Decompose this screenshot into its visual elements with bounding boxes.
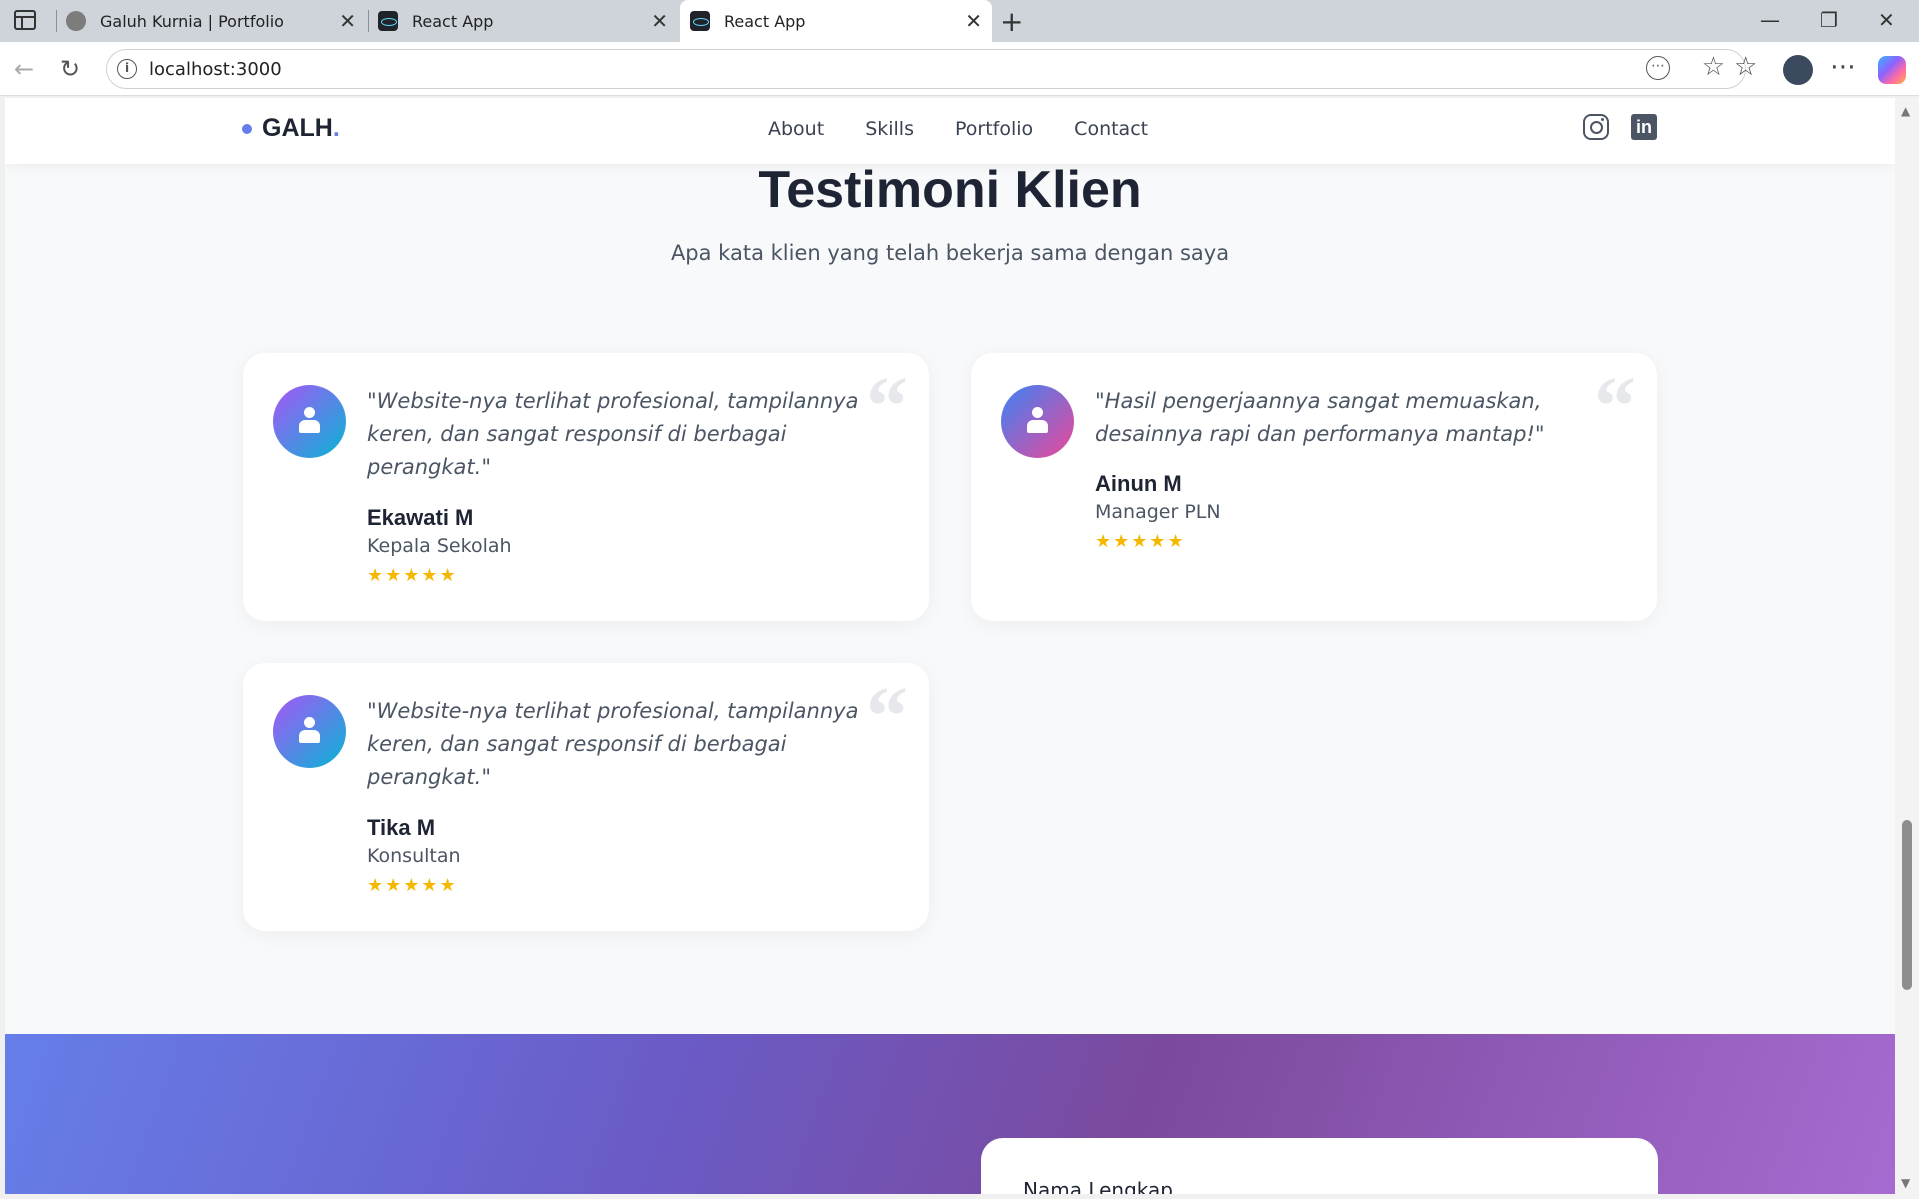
scroll-down-icon[interactable]: ▼: [1901, 1176, 1910, 1190]
quote-icon: “: [866, 360, 908, 453]
tab-react-app-1[interactable]: React App ✕: [368, 0, 678, 42]
testimonial-card: "Website-nya terlihat profesional, tampi…: [243, 353, 929, 621]
instagram-icon[interactable]: [1583, 114, 1609, 140]
client-name: Tika M: [367, 815, 436, 840]
logo-period: .: [332, 114, 340, 142]
tab-portfolio[interactable]: Galuh Kurnia | Portfolio ✕: [56, 0, 366, 42]
nav-contact[interactable]: Contact: [1074, 118, 1148, 140]
close-tab-icon[interactable]: ✕: [965, 9, 982, 33]
client-role: Manager PLN: [1095, 501, 1221, 523]
contact-form: Nama Lengkap: [981, 1138, 1658, 1194]
star-rating-icon: ★★★★★: [367, 875, 458, 896]
address-bar[interactable]: i localhost:3000 ⋯ ☆: [106, 49, 1746, 89]
tab-title: React App: [412, 11, 494, 31]
react-favicon-icon: [378, 11, 398, 31]
tab-react-app-2[interactable]: React App ✕: [680, 0, 992, 42]
minimize-icon[interactable]: —: [1760, 8, 1780, 32]
nav-portfolio[interactable]: Portfolio: [955, 118, 1033, 140]
favorites-icon[interactable]: ☆: [1734, 52, 1757, 82]
avatar: [1001, 385, 1074, 458]
tab-title: React App: [724, 11, 806, 31]
scrollbar-thumb[interactable]: [1902, 820, 1912, 990]
client-name: Ekawati M: [367, 505, 474, 530]
site-info-icon[interactable]: i: [117, 59, 137, 79]
field-label-name: Nama Lengkap: [1023, 1178, 1173, 1194]
avatar: [273, 695, 346, 768]
site-logo[interactable]: GALH.: [242, 114, 340, 143]
quote-icon: “: [1594, 360, 1636, 453]
nav-skills[interactable]: Skills: [865, 118, 914, 140]
star-rating-icon: ★★★★★: [1095, 531, 1186, 552]
more-menu-icon[interactable]: ⋯: [1830, 52, 1856, 82]
testimonial-quote: "Website-nya terlihat profesional, tampi…: [367, 699, 859, 789]
testimonial-card: "Website-nya terlihat profesional, tampi…: [243, 663, 929, 931]
logo-text: GALH: [262, 114, 333, 142]
user-icon: [299, 407, 320, 435]
linkedin-icon[interactable]: in: [1631, 114, 1657, 140]
close-tab-icon[interactable]: ✕: [339, 9, 356, 33]
avatar: [273, 385, 346, 458]
tab-actions-icon[interactable]: [14, 10, 36, 30]
favorite-star-icon[interactable]: ☆: [1702, 52, 1725, 82]
logo-dot-icon: [242, 123, 252, 134]
client-name: Ainun M: [1095, 471, 1182, 496]
url-text[interactable]: localhost:3000: [149, 59, 282, 80]
scroll-up-icon[interactable]: ▲: [1901, 104, 1910, 118]
react-favicon-icon: [690, 11, 710, 31]
read-aloud-icon[interactable]: ⋯: [1646, 56, 1670, 80]
browser-tab-bar: Galuh Kurnia | Portfolio ✕ React App ✕ R…: [0, 0, 1919, 42]
site-favicon-icon: [66, 11, 86, 31]
reload-icon[interactable]: ↻: [60, 55, 80, 83]
close-window-icon[interactable]: ✕: [1878, 8, 1895, 32]
scrollbar[interactable]: ▲ ▼: [1895, 98, 1919, 1199]
section-title: Testimoni Klien: [758, 161, 1142, 219]
testimonial-card: "Hasil pengerjaannya sangat memuaskan, d…: [971, 353, 1657, 621]
site-header: GALH. About Skills Portfolio Contact in: [5, 98, 1895, 164]
close-tab-icon[interactable]: ✕: [651, 9, 668, 33]
testimonial-quote: "Hasil pengerjaannya sangat memuaskan, d…: [1095, 389, 1545, 446]
restore-icon[interactable]: ❐: [1820, 8, 1838, 32]
client-role: Kepala Sekolah: [367, 535, 512, 557]
new-tab-icon[interactable]: +: [1000, 5, 1023, 38]
copilot-icon[interactable]: [1878, 56, 1906, 84]
back-arrow-icon[interactable]: ←: [14, 55, 34, 83]
user-icon: [299, 717, 320, 745]
testimonial-quote: "Website-nya terlihat profesional, tampi…: [367, 389, 859, 479]
quote-icon: “: [866, 670, 908, 763]
browser-toolbar: ← ↻ i localhost:3000 ⋯ ☆ ☆ ⋯: [0, 42, 1919, 96]
user-icon: [1027, 407, 1048, 435]
profile-avatar[interactable]: [1783, 55, 1813, 85]
main-nav: About Skills Portfolio Contact: [768, 118, 1189, 140]
tab-title: Galuh Kurnia | Portfolio: [100, 11, 284, 31]
section-subtitle: Apa kata klien yang telah bekerja sama d…: [670, 241, 1230, 265]
nav-about[interactable]: About: [768, 118, 824, 140]
page-viewport: GALH. About Skills Portfolio Contact in …: [5, 98, 1895, 1194]
star-rating-icon: ★★★★★: [367, 565, 458, 586]
client-role: Konsultan: [367, 845, 461, 867]
